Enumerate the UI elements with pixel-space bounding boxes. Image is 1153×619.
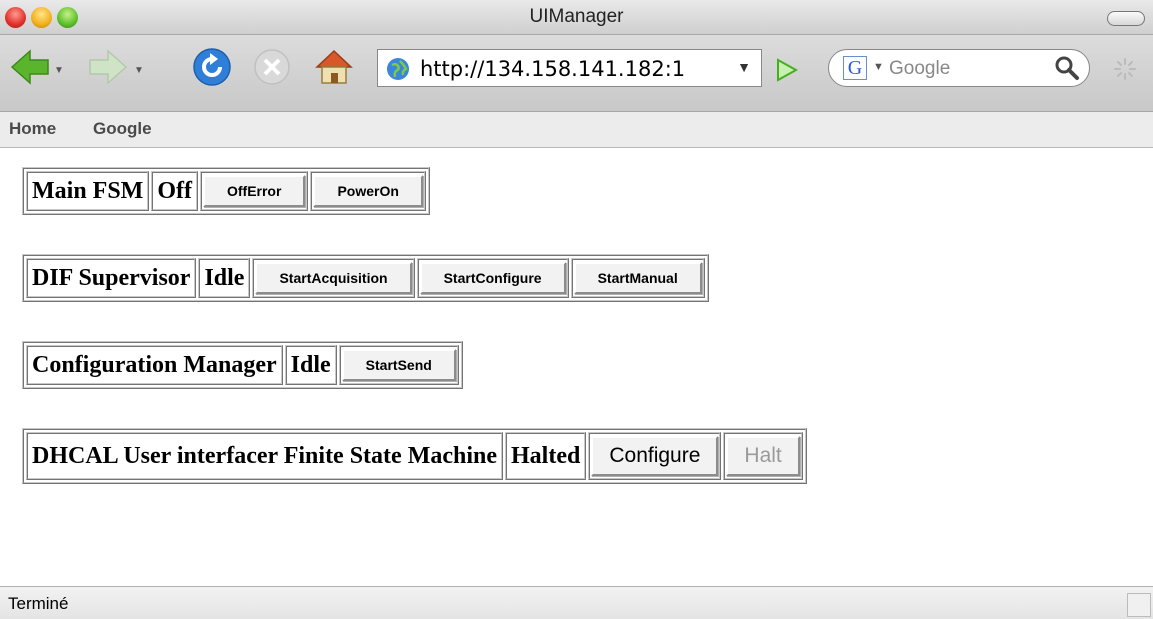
globe-icon [387, 58, 409, 80]
toolbar-toggle-button[interactable] [1107, 11, 1145, 26]
fsm-name: Main FSM [26, 171, 150, 211]
fsm-panel-main: Main FSM Off OffError PowerOn [22, 167, 430, 215]
resize-grip-icon[interactable] [1127, 593, 1151, 617]
fsm-panel-configuration-manager: Configuration Manager Idle StartSend [22, 341, 463, 389]
navigation-toolbar: ▼ ▼ http://134.158.141.182:1 ▼ G ▼ Googl… [0, 35, 1153, 112]
stop-icon[interactable] [250, 45, 294, 89]
bookmark-home[interactable]: Home [9, 119, 56, 139]
forward-arrow-icon[interactable] [86, 45, 130, 89]
fsm-panel-dhcal-ui: DHCAL User interfacer Finite State Machi… [22, 428, 807, 484]
start-manual-button[interactable]: StartManual [573, 262, 702, 294]
halt-button: Halt [726, 436, 800, 476]
status-text: Terminé [8, 594, 69, 613]
search-icon[interactable] [1053, 54, 1081, 82]
reload-icon[interactable] [190, 45, 234, 89]
fsm-name: DHCAL User interfacer Finite State Machi… [26, 432, 504, 480]
bookmarks-bar: Home Google [0, 112, 1153, 148]
fsm-state: Halted [505, 432, 587, 480]
home-icon[interactable] [312, 45, 356, 89]
fsm-name: DIF Supervisor [26, 258, 197, 298]
start-acquisition-button[interactable]: StartAcquisition [255, 262, 412, 294]
fsm-panel-dif-supervisor: DIF Supervisor Idle StartAcquisition Sta… [22, 254, 709, 302]
spinner-icon [1114, 58, 1136, 80]
search-box[interactable]: G ▼ Google [828, 49, 1090, 87]
offerror-button[interactable]: OffError [202, 175, 306, 207]
go-icon[interactable] [769, 53, 803, 87]
url-bar[interactable]: http://134.158.141.182:1 ▼ [377, 49, 762, 87]
window-titlebar: UIManager [0, 0, 1153, 35]
search-engine-dropdown-icon[interactable]: ▼ [873, 61, 884, 73]
window-title: UIManager [529, 6, 624, 27]
status-bar: Terminé [0, 586, 1153, 619]
back-arrow-icon[interactable] [8, 45, 52, 89]
fsm-state: Idle [198, 258, 251, 298]
poweron-button[interactable]: PowerOn [313, 175, 423, 207]
search-input[interactable]: Google [889, 58, 950, 80]
start-configure-button[interactable]: StartConfigure [419, 262, 566, 294]
bookmark-google[interactable]: Google [93, 119, 152, 139]
url-input[interactable]: http://134.158.141.182:1 [420, 57, 720, 81]
fsm-name: Configuration Manager [26, 345, 283, 385]
forward-history-icon[interactable]: ▼ [134, 65, 144, 76]
google-engine-icon[interactable]: G [843, 56, 867, 80]
url-dropdown-icon[interactable]: ▼ [737, 59, 751, 75]
fsm-state: Idle [284, 345, 337, 385]
back-history-icon[interactable]: ▼ [54, 65, 64, 76]
fsm-state: Off [151, 171, 198, 211]
start-send-button[interactable]: StartSend [341, 349, 456, 381]
page-content: Main FSM Off OffError PowerOn DIF Superv… [0, 148, 1153, 586]
configure-button[interactable]: Configure [591, 436, 719, 476]
